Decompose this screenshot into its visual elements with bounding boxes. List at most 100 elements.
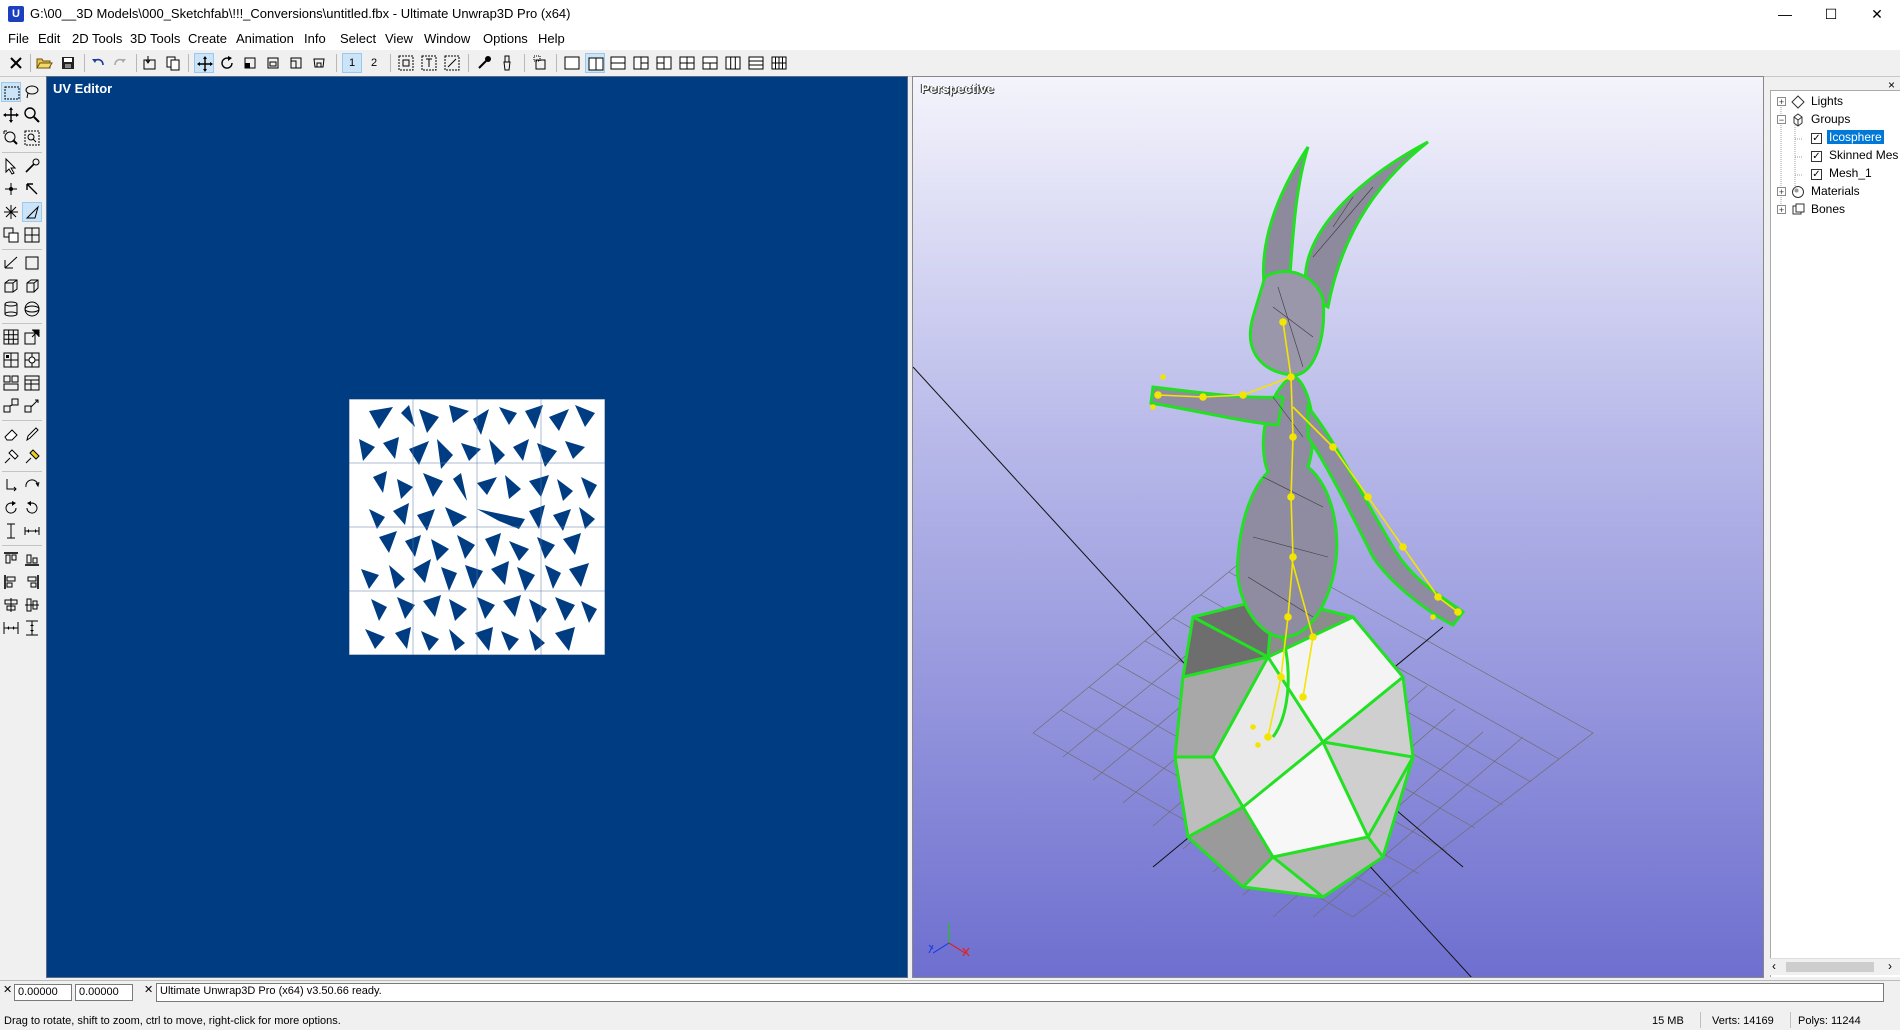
box-icon[interactable]	[1, 276, 21, 296]
scale-z-icon[interactable]	[309, 53, 329, 73]
layout-four-icon[interactable]	[677, 53, 697, 73]
menu-create[interactable]: Create	[188, 31, 227, 46]
menu-info[interactable]: Info	[304, 31, 326, 46]
rect-select-icon[interactable]	[1, 82, 21, 102]
menu-select[interactable]: Select	[340, 31, 376, 46]
paint-icon[interactable]	[497, 53, 517, 73]
layout-three-top-icon[interactable]	[700, 53, 720, 73]
layout-single-icon[interactable]	[562, 53, 582, 73]
menu-window[interactable]: Window	[424, 31, 470, 46]
scale-y-icon[interactable]	[286, 53, 306, 73]
uv-grid-icon[interactable]	[1, 350, 21, 370]
edge-select-icon[interactable]	[22, 202, 42, 222]
rotate-ccw-icon[interactable]	[22, 498, 42, 518]
select-diagonal-icon[interactable]	[442, 53, 462, 73]
weld-icon[interactable]	[1, 202, 21, 222]
align-top-icon[interactable]	[1, 549, 21, 569]
open-icon[interactable]	[34, 53, 54, 73]
select-arrow-icon[interactable]	[1, 156, 21, 176]
cylinder-icon[interactable]	[1, 299, 21, 319]
zoom-extents-icon[interactable]	[1, 128, 21, 148]
layout-three-right-icon[interactable]	[654, 53, 674, 73]
perspective-scene[interactable]	[913, 77, 1764, 978]
expand-bones-icon[interactable]: +	[1777, 205, 1786, 215]
grid-select-icon[interactable]	[22, 225, 42, 245]
save-icon[interactable]	[58, 53, 78, 73]
align-center-h-icon[interactable]	[1, 595, 21, 615]
coord-clear-icon[interactable]: ✕	[3, 983, 12, 996]
mode-2-button[interactable]: 2	[364, 53, 384, 73]
duplicate-icon[interactable]	[1, 225, 21, 245]
eyedropper-icon[interactable]	[474, 53, 494, 73]
move-arrow-icon[interactable]	[22, 179, 42, 199]
console-clear-icon[interactable]: ✕	[144, 983, 153, 996]
redo-icon[interactable]	[110, 53, 130, 73]
scale-x-icon[interactable]	[263, 53, 283, 73]
rotate-icon[interactable]	[217, 53, 237, 73]
expand-materials-icon[interactable]: +	[1777, 187, 1786, 197]
uv-layout-icon[interactable]	[22, 350, 42, 370]
scale-horizontal-icon[interactable]	[22, 521, 42, 541]
skinned-mesh-visible-checkbox[interactable]: ✓	[1811, 151, 1822, 162]
flip-icon[interactable]	[1, 396, 21, 416]
layout-two-horizontal-icon[interactable]	[608, 53, 628, 73]
menu-view[interactable]: View	[385, 31, 413, 46]
pencil-icon[interactable]	[22, 424, 42, 444]
move-vertex-icon[interactable]	[1, 179, 21, 199]
menu-file[interactable]: File	[8, 31, 29, 46]
scroll-left-icon[interactable]: ‹	[1772, 959, 1776, 973]
copy-icon[interactable]	[163, 53, 183, 73]
align-center-v-icon[interactable]	[22, 595, 42, 615]
eraser-icon[interactable]	[1, 424, 21, 444]
maximize-button[interactable]: ☐	[1808, 0, 1854, 28]
sphere-icon[interactable]	[22, 299, 42, 319]
align-bottom-icon[interactable]	[22, 549, 42, 569]
align-left-icon[interactable]	[1, 572, 21, 592]
pan-icon[interactable]	[1, 105, 21, 125]
rotate-cw-90-icon[interactable]	[22, 475, 42, 495]
cube-icon[interactable]	[22, 276, 42, 296]
minimize-button[interactable]: —	[1762, 0, 1808, 28]
pack-icon[interactable]	[1, 373, 21, 393]
icosphere-visible-checkbox[interactable]: ✓	[1811, 133, 1822, 144]
mesh-1-visible-checkbox[interactable]: ✓	[1811, 169, 1822, 180]
rotate-ccw-90-icon[interactable]	[1, 475, 21, 495]
move-icon[interactable]	[194, 53, 214, 73]
align-right-icon[interactable]	[22, 572, 42, 592]
undo-icon[interactable]	[88, 53, 108, 73]
scale-vertical-icon[interactable]	[1, 521, 21, 541]
pin-yellow-icon[interactable]	[22, 447, 42, 467]
square-icon[interactable]	[22, 253, 42, 273]
layout-two-vertical-icon[interactable]	[585, 53, 605, 73]
distribute-v-icon[interactable]	[22, 618, 42, 638]
export-icon[interactable]	[22, 327, 42, 347]
menu-options[interactable]: Options	[483, 31, 528, 46]
layout-grid-icon[interactable]	[769, 53, 789, 73]
scale-icon[interactable]	[240, 53, 260, 73]
plane-icon[interactable]	[1, 253, 21, 273]
perspective-viewport[interactable]: Perspective	[912, 76, 1764, 978]
distribute-h-icon[interactable]	[1, 618, 21, 638]
menu-animation[interactable]: Animation	[236, 31, 294, 46]
select-text-icon[interactable]	[419, 53, 439, 73]
close-button[interactable]: ✕	[1854, 0, 1900, 28]
menu-edit[interactable]: Edit	[38, 31, 60, 46]
u-coordinate-field[interactable]: 0.00000	[14, 984, 72, 1001]
icosphere-mesh[interactable]	[1173, 595, 1415, 899]
collapse-groups-icon[interactable]: −	[1777, 115, 1786, 125]
rotate-cw-icon[interactable]	[1, 498, 21, 518]
zoom-region-icon[interactable]	[22, 128, 42, 148]
snapshot-icon[interactable]	[530, 53, 550, 73]
tree-horizontal-scrollbar[interactable]: ‹ ›	[1770, 958, 1900, 975]
console-output[interactable]: Ultimate Unwrap3D Pro (x64) v3.50.66 rea…	[156, 983, 1884, 1002]
layout-three-rows-icon[interactable]	[746, 53, 766, 73]
select-vertex-icon[interactable]	[396, 53, 416, 73]
table-icon[interactable]	[22, 373, 42, 393]
stitch-icon[interactable]	[22, 396, 42, 416]
zoom-icon[interactable]	[22, 105, 42, 125]
layout-three-left-icon[interactable]	[631, 53, 651, 73]
expand-lights-icon[interactable]: +	[1777, 97, 1786, 107]
layout-three-columns-icon[interactable]	[723, 53, 743, 73]
scroll-thumb[interactable]	[1786, 962, 1874, 972]
lasso-select-icon[interactable]	[22, 82, 42, 102]
